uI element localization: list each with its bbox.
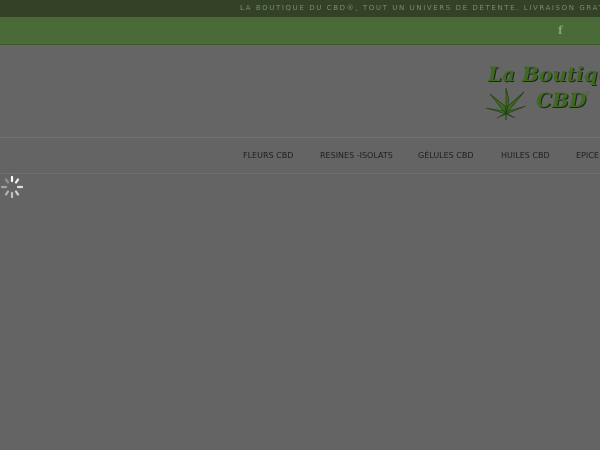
nav-item-epices[interactable]: EPICE <box>576 151 599 160</box>
nav-item-huiles-cbd[interactable]: HUILES CBD <box>501 151 550 160</box>
social-bar <box>0 17 600 45</box>
logo-text-cbd: CBD <box>536 88 587 112</box>
facebook-icon[interactable]: f <box>558 24 563 37</box>
logo-registered-mark: ® <box>585 92 590 98</box>
cannabis-leaf-icon <box>485 87 527 120</box>
nav-item-resines-isolats[interactable]: RESINES -ISOLATS <box>320 151 393 160</box>
site-logo[interactable]: La Boutique CBD ® <box>484 62 600 122</box>
nav-item-fleurs-cbd[interactable]: FLEURS CBD <box>243 151 293 160</box>
announcement-text: LA BOUTIQUE DU CBD®, TOUT UN UNIVERS DE … <box>240 4 600 12</box>
top-announcement-bar: LA BOUTIQUE DU CBD®, TOUT UN UNIVERS DE … <box>0 0 600 17</box>
nav-item-gelules-cbd[interactable]: GÉLULES CBD <box>418 151 474 160</box>
loading-spinner-icon <box>0 175 24 199</box>
main-navigation: FLEURS CBD RESINES -ISOLATS GÉLULES CBD … <box>0 138 600 174</box>
logo-text-main: La Boutique <box>488 62 600 86</box>
